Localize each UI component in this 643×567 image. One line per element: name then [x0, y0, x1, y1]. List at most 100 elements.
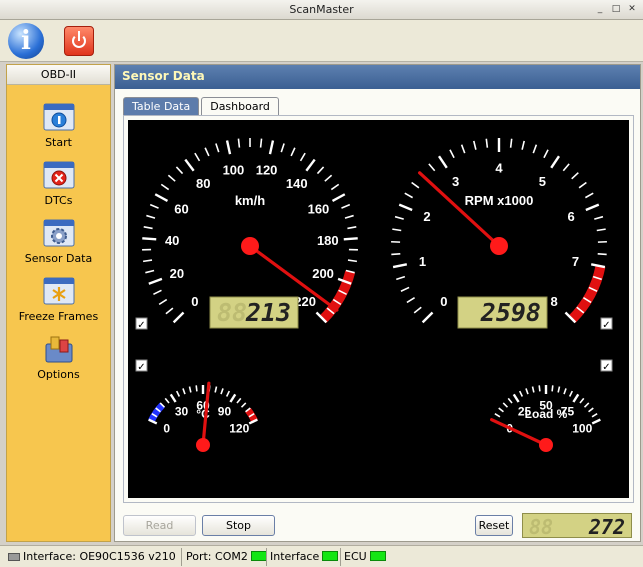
gauge-tick-label: 100	[223, 162, 245, 177]
gauge-tick	[512, 393, 520, 403]
gauge-tick	[142, 237, 157, 241]
gauge-tick	[421, 311, 434, 324]
sidebar-item-sensor-data[interactable]: Sensor Data	[7, 219, 110, 265]
gauge-tick	[316, 166, 325, 175]
gauge-tick	[438, 155, 448, 169]
gauge-tick-label: 90	[218, 405, 232, 419]
gauge-tick	[167, 174, 176, 182]
gauge-tick	[507, 397, 513, 404]
svg-text:✓: ✓	[137, 320, 145, 331]
sidebar-item-dtcs[interactable]: DTCs	[7, 161, 110, 207]
gauge-tick	[591, 418, 601, 425]
gauge-tick	[588, 407, 594, 413]
gauge-tick	[225, 390, 231, 397]
gauge-tick	[494, 412, 501, 418]
gauge-tick-label: 120	[229, 421, 249, 435]
gauge-tick	[404, 192, 414, 199]
power-icon[interactable]	[64, 26, 94, 56]
gauges: 020406080100 120140160180200220km/h 01234…	[135, 138, 613, 452]
gauge-tick	[220, 388, 224, 395]
gauge-tick	[590, 263, 606, 269]
temp-checkbox[interactable]: ✓	[135, 359, 148, 373]
gauge-tick	[594, 215, 604, 220]
gauge-tick	[331, 193, 346, 203]
sidebar-header: OBD-II	[7, 65, 110, 85]
gauge-tick	[597, 252, 607, 256]
sidebar-item-start[interactable]: Start	[7, 103, 110, 149]
info-icon[interactable]: i	[8, 23, 44, 59]
gauge-tick-label: 120	[256, 162, 278, 177]
gauge-unit: Load %	[525, 407, 568, 421]
sidebar-item-label: Options	[37, 368, 80, 381]
stop-button[interactable]: Stop	[202, 515, 275, 536]
gauge-tick	[347, 259, 358, 263]
read-button[interactable]: Read	[123, 515, 196, 536]
rpm-checkbox[interactable]: ✓	[600, 317, 613, 331]
gauge-hub	[241, 237, 259, 255]
interface-led	[322, 551, 339, 561]
gauge-tick	[154, 193, 169, 203]
gauge-tick	[551, 385, 554, 392]
interface-status: Interface	[270, 549, 339, 565]
gauge-tick	[214, 386, 218, 393]
window-title: ScanMaster	[289, 3, 354, 16]
gauge-tick	[341, 203, 351, 209]
maximize-button[interactable]: □	[609, 3, 623, 16]
gauge-tick	[406, 297, 416, 304]
close-button[interactable]: ✕	[625, 3, 639, 16]
gauge-tick	[562, 163, 570, 172]
red-zone	[568, 265, 606, 323]
gauge-tick	[305, 158, 316, 172]
gauge-unit: km/h	[235, 193, 265, 208]
gauge-tick	[411, 181, 420, 189]
tab-dashboard[interactable]: Dashboard	[201, 97, 279, 116]
temp-gauge: 030 60 90120°C	[148, 381, 258, 452]
gauge-tick	[237, 138, 241, 148]
gauge-tick	[182, 388, 186, 395]
tab-table-data[interactable]: Table Data	[123, 97, 200, 115]
interface-version: Interface: OE90C1536 v210	[23, 550, 176, 563]
reset-button[interactable]: Reset	[475, 515, 513, 536]
interface-info: Interface: OE90C1536 v210	[8, 549, 176, 565]
gauge-tick	[195, 385, 198, 392]
gauge-tick	[280, 143, 285, 153]
gauge-tick	[225, 140, 232, 155]
gauge-tick	[299, 152, 306, 162]
interface-status-label: Interface	[270, 550, 320, 563]
gauge-tick	[175, 166, 184, 175]
gauge-tick	[596, 228, 606, 232]
port-label: Port: COM2	[186, 550, 248, 563]
gauge-tick	[583, 402, 590, 408]
svg-text:✓: ✓	[137, 362, 145, 373]
gauge-tick	[585, 203, 600, 212]
load-gauge: 0255075100Load %	[490, 385, 601, 452]
minimize-button[interactable]: _	[593, 3, 607, 16]
title-bar: ScanMaster _ □ ✕	[0, 0, 643, 20]
rpm-lcd-value: 2598	[480, 298, 541, 327]
gauge-tick	[324, 174, 333, 182]
gauge-tick-label: 0	[163, 421, 170, 435]
gauge-hub	[196, 438, 210, 452]
gauge-tick-label: 80	[196, 176, 210, 191]
gauge-tick	[146, 214, 156, 219]
status-bar: Interface: OE90C1536 v210 Port: COM2 Int…	[0, 545, 643, 567]
gauge-tick-label: 1	[419, 254, 426, 269]
gauge-tick	[165, 307, 174, 315]
gauge-tick	[229, 393, 237, 403]
gauge-tick	[509, 138, 513, 148]
gauge-unit: RPM x1000	[465, 193, 534, 208]
gauge-tick	[428, 163, 436, 172]
gauge-tick	[392, 228, 402, 232]
load-checkbox[interactable]: ✓	[600, 359, 613, 373]
gauge-tick	[169, 393, 177, 403]
sidebar-item-freeze-frames[interactable]: Freeze Frames	[7, 277, 110, 323]
gauge-tick-label: 0	[191, 294, 198, 309]
gauge-tick	[572, 393, 580, 403]
gauge-tick	[343, 237, 358, 241]
gauge-tick	[563, 388, 567, 395]
sidebar-item-options[interactable]: Options	[7, 335, 110, 381]
speed-checkbox[interactable]: ✓	[135, 317, 148, 331]
gauge-tick	[591, 412, 598, 418]
ecu-status: ECU	[344, 549, 386, 565]
toolbar: i	[0, 20, 643, 62]
